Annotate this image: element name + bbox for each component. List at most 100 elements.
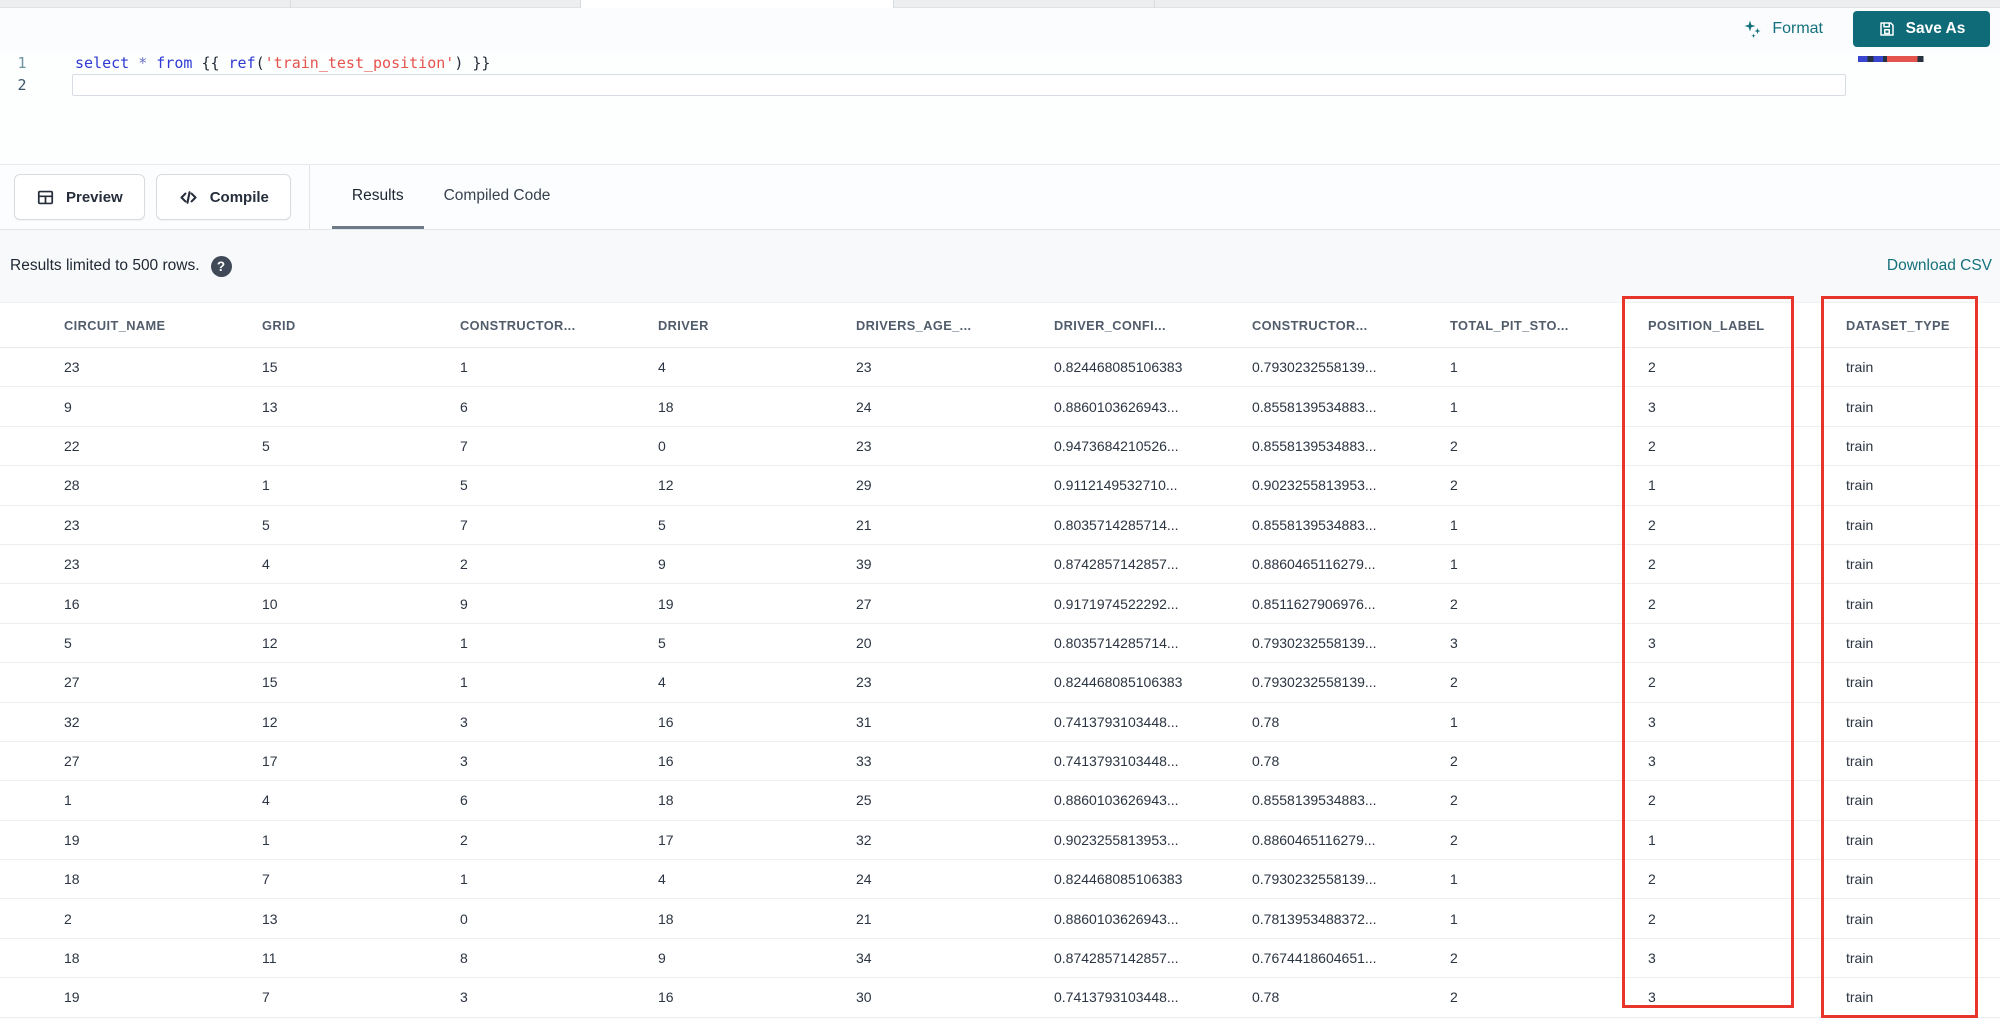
table-cell: 31: [856, 713, 872, 730]
table-cell: train: [1846, 753, 1874, 770]
save-as-button[interactable]: Save As: [1853, 11, 1990, 47]
table-row: 16 10 9 19 27 0.9171974522292... 0.85116279069…: [0, 584, 2000, 624]
table-cell: 21: [856, 910, 872, 927]
table-cell: train: [1846, 398, 1874, 415]
results-table-header: CIRCUIT_NAME GRID CONSTRUCTOR... DRIVER DRIV…: [0, 302, 2000, 348]
column-header-grid: GRID: [262, 317, 296, 333]
code-token-keyword: from: [156, 54, 193, 72]
code-token-bracket: ): [454, 54, 464, 72]
table-cell: 1: [460, 674, 468, 691]
table-cell: 2: [460, 831, 468, 848]
code-line-2[interactable]: 2: [0, 74, 2000, 96]
table-cell: 27: [64, 674, 80, 691]
table-cell: 0.8558139534883...: [1252, 398, 1377, 415]
table-cell: 1: [1450, 871, 1458, 888]
table-cell: 19: [64, 831, 80, 848]
table-grid-icon: [36, 188, 55, 207]
table-cell: 6: [460, 398, 468, 415]
table-cell: 2: [1450, 989, 1458, 1006]
table-cell: 0.7930232558139...: [1252, 359, 1377, 376]
tab-compiled-code[interactable]: Compiled Code: [424, 165, 571, 229]
table-cell: 21: [856, 516, 872, 533]
table-cell: train: [1846, 477, 1874, 494]
table-cell: 22: [64, 437, 80, 454]
column-header-constructor: CONSTRUCTOR...: [460, 317, 576, 333]
compile-button[interactable]: Compile: [155, 174, 291, 220]
column-header-position_label: POSITION_LABEL: [1648, 317, 1765, 333]
table-cell: 2: [64, 910, 72, 927]
preview-button[interactable]: Preview: [14, 174, 145, 220]
format-button[interactable]: Format: [1743, 19, 1823, 39]
code-line-1[interactable]: 1 select * from {{ ref('train_test_posit…: [0, 52, 2000, 74]
table-cell: 0.78: [1252, 989, 1280, 1006]
sql-editor[interactable]: 1 select * from {{ ref('train_test_posit…: [0, 52, 2000, 164]
table-cell: 3: [460, 753, 468, 770]
table-row: 28 1 5 12 29 0.9112149532710... 0.902325581395…: [0, 466, 2000, 506]
table-cell: 0.8860103626943...: [1054, 398, 1179, 415]
table-cell: train: [1846, 792, 1874, 809]
table-cell: 5: [64, 634, 72, 651]
table-cell: 2: [1450, 674, 1458, 691]
file-tab-strip: [0, 0, 2000, 8]
table-cell: 1: [460, 359, 468, 376]
table-cell: 0.8742857142857...: [1054, 950, 1179, 967]
table-cell: 27: [64, 753, 80, 770]
table-cell: train: [1846, 634, 1874, 651]
table-cell: 3: [1648, 634, 1656, 651]
column-header-constructor: CONSTRUCTOR...: [1252, 317, 1368, 333]
table-cell: 0.9473684210526...: [1054, 437, 1179, 454]
active-line-highlight[interactable]: [72, 74, 1846, 96]
table-cell: 1: [1450, 516, 1458, 533]
tab-results[interactable]: Results: [331, 165, 424, 229]
table-cell: train: [1846, 556, 1874, 573]
table-cell: 9: [64, 398, 72, 415]
table-row: 1 4 6 18 25 0.8860103626943... 0.8558139534883…: [0, 781, 2000, 821]
table-cell: 24: [856, 871, 872, 888]
table-cell: 33: [856, 753, 872, 770]
active-file-tab[interactable]: [580, 0, 893, 8]
column-header-total_pit_sto: TOTAL_PIT_STO...: [1450, 317, 1569, 333]
table-cell: 2: [1648, 910, 1656, 927]
table-cell: 15: [262, 674, 278, 691]
table-cell: 17: [262, 753, 278, 770]
table-cell: train: [1846, 674, 1874, 691]
download-csv-link[interactable]: Download CSV: [1887, 257, 1992, 275]
table-cell: 12: [262, 713, 278, 730]
table-cell: 0.8860103626943...: [1054, 792, 1179, 809]
column-header-driver: DRIVER: [658, 317, 709, 333]
table-cell: 5: [658, 516, 666, 533]
table-cell: 0.8558139534883...: [1252, 516, 1377, 533]
table-cell: 2: [1648, 871, 1656, 888]
table-cell: 0.9171974522292...: [1054, 595, 1179, 612]
results-table-body: 23 15 1 4 23 0.824468085106383 0.7930232558139…: [0, 348, 2000, 1018]
table-cell: 23: [856, 674, 872, 691]
table-cell: 27: [856, 595, 872, 612]
column-header-drivers_age_: DRIVERS_AGE_...: [856, 317, 972, 333]
code-token-string: 'train_test_position': [264, 54, 455, 72]
table-row: 22 5 7 0 23 0.9473684210526... 0.8558139534883…: [0, 426, 2000, 467]
table-cell: 0.78: [1252, 713, 1280, 730]
table-cell: 4: [262, 556, 270, 573]
results-info-bar: Results limited to 500 rows. ? Download …: [0, 230, 2000, 302]
table-row: 32 12 3 16 31 0.7413793103448... 0.78 1 3 train: [0, 702, 2000, 742]
column-header-circuit_name: CIRCUIT_NAME: [64, 317, 166, 333]
table-row: 27 15 1 4 23 0.824468085106383 0.7930232558139…: [0, 663, 2000, 703]
help-icon[interactable]: ?: [210, 255, 232, 277]
table-cell: 16: [658, 753, 674, 770]
table-cell: 3: [1648, 753, 1656, 770]
preview-label: Preview: [66, 188, 123, 206]
file-tab-divider: [893, 0, 894, 8]
table-row: 5 12 1 5 20 0.8035714285714... 0.7930232558139…: [0, 623, 2000, 664]
table-cell: 5: [658, 634, 666, 651]
table-cell: 20: [856, 634, 872, 651]
table-cell: 2: [1450, 792, 1458, 809]
table-cell: 0.8860103626943...: [1054, 910, 1179, 927]
table-cell: 0.9023255813953...: [1252, 477, 1377, 494]
table-cell: 18: [64, 950, 80, 967]
table-cell: 0.9112149532710...: [1054, 477, 1178, 494]
table-cell: 1: [1450, 910, 1458, 927]
editor-minimap[interactable]: [1858, 56, 1954, 62]
table-cell: 2: [1450, 950, 1458, 967]
table-cell: 0.8558139534883...: [1252, 437, 1377, 454]
